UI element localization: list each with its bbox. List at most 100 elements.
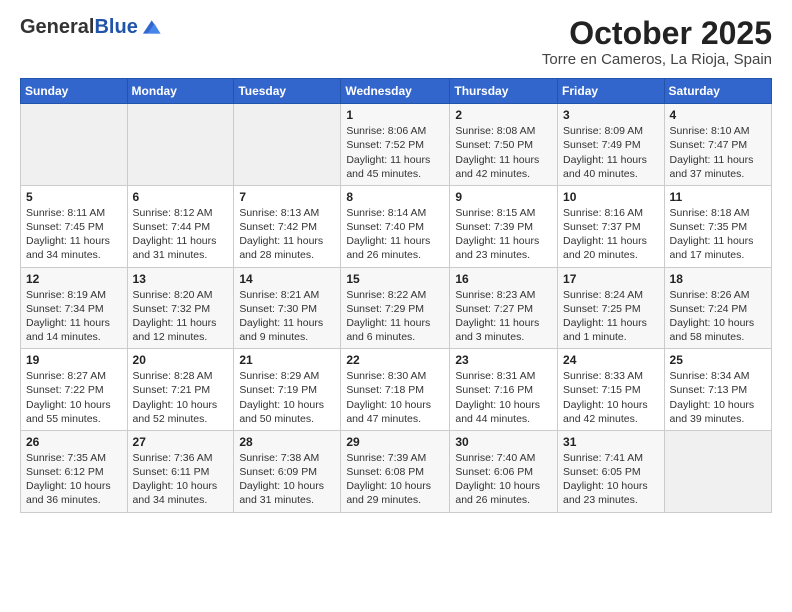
calendar-cell: 12 Sunrise: 8:19 AMSunset: 7:34 PMDayligh…	[21, 267, 128, 349]
day-info: Sunrise: 8:12 AMSunset: 7:44 PMDaylight:…	[133, 206, 229, 263]
calendar-subtitle: Torre en Cameros, La Rioja, Spain	[542, 51, 772, 68]
column-header-saturday: Saturday	[664, 79, 771, 104]
day-number: 23	[455, 353, 552, 367]
logo: GeneralBlue	[20, 16, 162, 38]
day-info: Sunrise: 7:35 AMSunset: 6:12 PMDaylight:…	[26, 451, 122, 508]
calendar-body: 1 Sunrise: 8:06 AMSunset: 7:52 PMDaylight…	[21, 104, 772, 512]
day-info: Sunrise: 8:23 AMSunset: 7:27 PMDaylight:…	[455, 288, 552, 345]
day-number: 11	[670, 190, 766, 204]
column-header-tuesday: Tuesday	[234, 79, 341, 104]
day-info: Sunrise: 8:29 AMSunset: 7:19 PMDaylight:…	[239, 369, 335, 426]
day-info: Sunrise: 8:06 AMSunset: 7:52 PMDaylight:…	[346, 124, 444, 181]
day-info: Sunrise: 8:31 AMSunset: 7:16 PMDaylight:…	[455, 369, 552, 426]
day-number: 12	[26, 272, 122, 286]
calendar-cell: 4 Sunrise: 8:10 AMSunset: 7:47 PMDaylight…	[664, 104, 771, 186]
calendar-cell: 13Sunrise: 8:20 AMSunset: 7:32 PMDayligh…	[127, 267, 234, 349]
day-number: 24	[563, 353, 659, 367]
day-number: 20	[133, 353, 229, 367]
calendar-cell: 30Sunrise: 7:40 AMSunset: 6:06 PMDayligh…	[450, 430, 558, 512]
column-header-thursday: Thursday	[450, 79, 558, 104]
day-info: Sunrise: 8:19 AMSunset: 7:34 PMDaylight:…	[26, 288, 122, 345]
calendar-cell: 17Sunrise: 8:24 AMSunset: 7:25 PMDayligh…	[558, 267, 665, 349]
day-info: Sunrise: 8:34 AMSunset: 7:13 PMDaylight:…	[670, 369, 766, 426]
day-info: Sunrise: 8:15 AMSunset: 7:39 PMDaylight:…	[455, 206, 552, 263]
day-number: 3	[563, 108, 659, 122]
day-number: 28	[239, 435, 335, 449]
day-number: 7	[239, 190, 335, 204]
day-number: 26	[26, 435, 122, 449]
day-info: Sunrise: 8:26 AMSunset: 7:24 PMDaylight:…	[670, 288, 766, 345]
calendar-cell: 16 Sunrise: 8:23 AMSunset: 7:27 PMDayligh…	[450, 267, 558, 349]
day-info: Sunrise: 7:38 AMSunset: 6:09 PMDaylight:…	[239, 451, 335, 508]
calendar-cell	[127, 104, 234, 186]
calendar-cell: 14 Sunrise: 8:21 AMSunset: 7:30 PMDayligh…	[234, 267, 341, 349]
day-info: Sunrise: 7:36 AMSunset: 6:11 PMDaylight:…	[133, 451, 229, 508]
calendar-cell	[664, 430, 771, 512]
day-number: 16	[455, 272, 552, 286]
calendar-cell: 3 Sunrise: 8:09 AMSunset: 7:49 PMDaylight…	[558, 104, 665, 186]
day-info: Sunrise: 7:40 AMSunset: 6:06 PMDaylight:…	[455, 451, 552, 508]
calendar-cell: 2Sunrise: 8:08 AMSunset: 7:50 PMDaylight…	[450, 104, 558, 186]
day-info: Sunrise: 8:13 AMSunset: 7:42 PMDaylight:…	[239, 206, 335, 263]
header-row: SundayMondayTuesdayWednesdayThursdayFrid…	[21, 79, 772, 104]
day-number: 19	[26, 353, 122, 367]
day-number: 22	[346, 353, 444, 367]
column-header-wednesday: Wednesday	[341, 79, 450, 104]
calendar-table: SundayMondayTuesdayWednesdayThursdayFrid…	[20, 78, 772, 512]
calendar-cell: 1 Sunrise: 8:06 AMSunset: 7:52 PMDaylight…	[341, 104, 450, 186]
calendar-cell: 21Sunrise: 8:29 AMSunset: 7:19 PMDayligh…	[234, 349, 341, 431]
calendar-cell	[234, 104, 341, 186]
day-number: 25	[670, 353, 766, 367]
day-info: Sunrise: 8:21 AMSunset: 7:30 PMDaylight:…	[239, 288, 335, 345]
calendar-cell: 28 Sunrise: 7:38 AMSunset: 6:09 PMDayligh…	[234, 430, 341, 512]
day-number: 13	[133, 272, 229, 286]
calendar-week-4: 19Sunrise: 8:27 AMSunset: 7:22 PMDayligh…	[21, 349, 772, 431]
logo-blue: Blue	[94, 16, 137, 38]
day-info: Sunrise: 7:39 AMSunset: 6:08 PMDaylight:…	[346, 451, 444, 508]
calendar-cell: 18Sunrise: 8:26 AMSunset: 7:24 PMDayligh…	[664, 267, 771, 349]
calendar-cell: 10Sunrise: 8:16 AMSunset: 7:37 PMDayligh…	[558, 185, 665, 267]
day-number: 6	[133, 190, 229, 204]
calendar-cell: 23 Sunrise: 8:31 AMSunset: 7:16 PMDayligh…	[450, 349, 558, 431]
calendar-cell: 8 Sunrise: 8:14 AMSunset: 7:40 PMDaylight…	[341, 185, 450, 267]
day-info: Sunrise: 8:22 AMSunset: 7:29 PMDaylight:…	[346, 288, 444, 345]
calendar-cell: 29 Sunrise: 7:39 AMSunset: 6:08 PMDayligh…	[341, 430, 450, 512]
day-number: 31	[563, 435, 659, 449]
calendar-title: October 2025	[542, 16, 772, 51]
calendar-cell: 20 Sunrise: 8:28 AMSunset: 7:21 PMDayligh…	[127, 349, 234, 431]
day-number: 5	[26, 190, 122, 204]
day-number: 2	[455, 108, 552, 122]
calendar-cell: 22 Sunrise: 8:30 AMSunset: 7:18 PMDayligh…	[341, 349, 450, 431]
calendar-cell: 31 Sunrise: 7:41 AMSunset: 6:05 PMDayligh…	[558, 430, 665, 512]
header: GeneralBlue October 2025 Torre en Camero…	[20, 16, 772, 68]
calendar-cell: 9 Sunrise: 8:15 AMSunset: 7:39 PMDaylight…	[450, 185, 558, 267]
day-number: 29	[346, 435, 444, 449]
title-block: October 2025 Torre en Cameros, La Rioja,…	[542, 16, 772, 68]
calendar-cell: 27Sunrise: 7:36 AMSunset: 6:11 PMDayligh…	[127, 430, 234, 512]
day-number: 17	[563, 272, 659, 286]
column-header-sunday: Sunday	[21, 79, 128, 104]
calendar-cell: 11Sunrise: 8:18 AMSunset: 7:35 PMDayligh…	[664, 185, 771, 267]
day-info: Sunrise: 8:10 AMSunset: 7:47 PMDaylight:…	[670, 124, 766, 181]
calendar-week-3: 12 Sunrise: 8:19 AMSunset: 7:34 PMDayligh…	[21, 267, 772, 349]
calendar-cell: 24Sunrise: 8:33 AMSunset: 7:15 PMDayligh…	[558, 349, 665, 431]
day-number: 8	[346, 190, 444, 204]
calendar-cell: 5 Sunrise: 8:11 AMSunset: 7:45 PMDaylight…	[21, 185, 128, 267]
calendar-cell: 25 Sunrise: 8:34 AMSunset: 7:13 PMDayligh…	[664, 349, 771, 431]
day-info: Sunrise: 7:41 AMSunset: 6:05 PMDaylight:…	[563, 451, 659, 508]
calendar-header: SundayMondayTuesdayWednesdayThursdayFrid…	[21, 79, 772, 104]
day-number: 1	[346, 108, 444, 122]
day-number: 9	[455, 190, 552, 204]
day-info: Sunrise: 8:30 AMSunset: 7:18 PMDaylight:…	[346, 369, 444, 426]
day-info: Sunrise: 8:28 AMSunset: 7:21 PMDaylight:…	[133, 369, 229, 426]
day-number: 14	[239, 272, 335, 286]
day-info: Sunrise: 8:14 AMSunset: 7:40 PMDaylight:…	[346, 206, 444, 263]
calendar-week-1: 1 Sunrise: 8:06 AMSunset: 7:52 PMDaylight…	[21, 104, 772, 186]
calendar-week-2: 5 Sunrise: 8:11 AMSunset: 7:45 PMDaylight…	[21, 185, 772, 267]
day-info: Sunrise: 8:11 AMSunset: 7:45 PMDaylight:…	[26, 206, 122, 263]
calendar-cell: 7 Sunrise: 8:13 AMSunset: 7:42 PMDaylight…	[234, 185, 341, 267]
calendar-week-5: 26 Sunrise: 7:35 AMSunset: 6:12 PMDayligh…	[21, 430, 772, 512]
day-number: 4	[670, 108, 766, 122]
day-info: Sunrise: 8:09 AMSunset: 7:49 PMDaylight:…	[563, 124, 659, 181]
page: GeneralBlue October 2025 Torre en Camero…	[0, 0, 792, 612]
